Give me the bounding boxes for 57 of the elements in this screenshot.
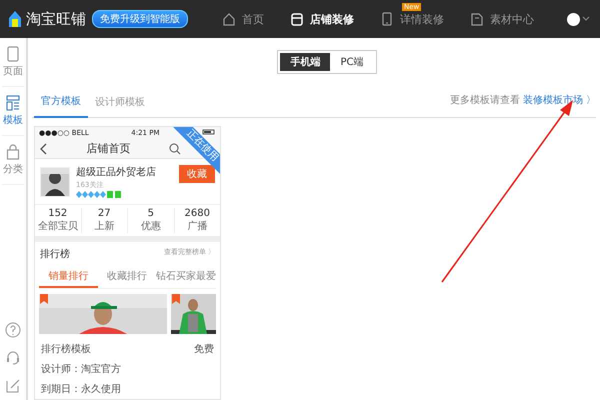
- collect-button[interactable]: 收藏: [179, 165, 215, 183]
- back-icon[interactable]: [40, 142, 48, 154]
- search-icon[interactable]: [169, 142, 181, 154]
- stat-value: 2680: [184, 208, 210, 219]
- tab[interactable]: 设计师模板: [88, 89, 152, 117]
- stat-label: 优惠: [140, 220, 161, 233]
- nav-item[interactable]: 店铺装修: [290, 12, 354, 26]
- nav-label: 店铺装修: [310, 12, 354, 26]
- stat-value: 27: [98, 208, 111, 219]
- shop-name: 超级正品外贸老店: [76, 166, 157, 179]
- home-icon[interactable]: [222, 12, 236, 26]
- battery-icon: [202, 129, 216, 135]
- stat-label: 全部宝贝: [38, 220, 78, 233]
- bag-icon[interactable]: [6, 144, 20, 160]
- stat-label: 广播: [187, 220, 208, 233]
- ranking-tab[interactable]: 收藏排行: [98, 266, 156, 288]
- section-title: 排行榜: [40, 248, 70, 261]
- avatar[interactable]: [567, 12, 580, 26]
- phone-icon[interactable]: [380, 12, 394, 26]
- sidebar-label: 分类: [3, 162, 23, 176]
- sidebar-label: 页面: [3, 65, 23, 78]
- hint-text: 更多模板请查看: [450, 94, 520, 108]
- document-icon[interactable]: [470, 12, 484, 26]
- help-icon[interactable]: [5, 322, 21, 338]
- tab[interactable]: 官方模板: [34, 88, 88, 118]
- toggle-option[interactable]: PC端: [330, 53, 374, 71]
- page-title: 店铺首页: [86, 141, 130, 156]
- stat-value: 5: [148, 208, 154, 219]
- headset-icon[interactable]: [5, 350, 21, 366]
- stat-value: 152: [48, 208, 68, 219]
- nav-item[interactable]: 素材中心: [470, 12, 534, 26]
- nav-label: 素材中心: [490, 12, 534, 26]
- stat-label: 上新: [94, 220, 114, 233]
- house-logo-icon: [8, 10, 22, 28]
- sidebar-label: 模板: [3, 114, 23, 127]
- price: 免费: [194, 342, 214, 356]
- template-name: 排行榜模板: [41, 342, 91, 356]
- edit-icon[interactable]: [5, 378, 21, 394]
- sidebar-item[interactable]: 分类: [2, 136, 24, 185]
- expiry-text: 到期日：永久使用: [41, 382, 121, 396]
- designer-text: 设计师：淘宝官方: [41, 362, 121, 376]
- market-link[interactable]: 装修模板市场 〉: [522, 93, 596, 117]
- app-logo: 淘宝旺铺: [26, 10, 86, 28]
- upgrade-button[interactable]: 免费升级到智能版: [92, 10, 188, 28]
- ranking-tab[interactable]: 钻石买家最爱: [156, 266, 216, 288]
- template-icon[interactable]: [6, 95, 20, 111]
- page-icon[interactable]: [6, 46, 20, 62]
- sidebar-item[interactable]: 模板: [2, 87, 24, 136]
- ranking-tab[interactable]: 销量排行: [39, 266, 98, 288]
- storefront-icon[interactable]: [290, 12, 304, 26]
- toggle-option[interactable]: 手机端: [280, 53, 330, 71]
- bookmark-icon: [40, 294, 48, 304]
- sidebar-item[interactable]: 页面: [2, 38, 24, 87]
- bookmark-icon: [172, 294, 180, 304]
- nav-label: 详情装修: [400, 12, 444, 26]
- nav-label: 首页: [242, 12, 264, 26]
- nav-item[interactable]: 首页: [222, 12, 264, 26]
